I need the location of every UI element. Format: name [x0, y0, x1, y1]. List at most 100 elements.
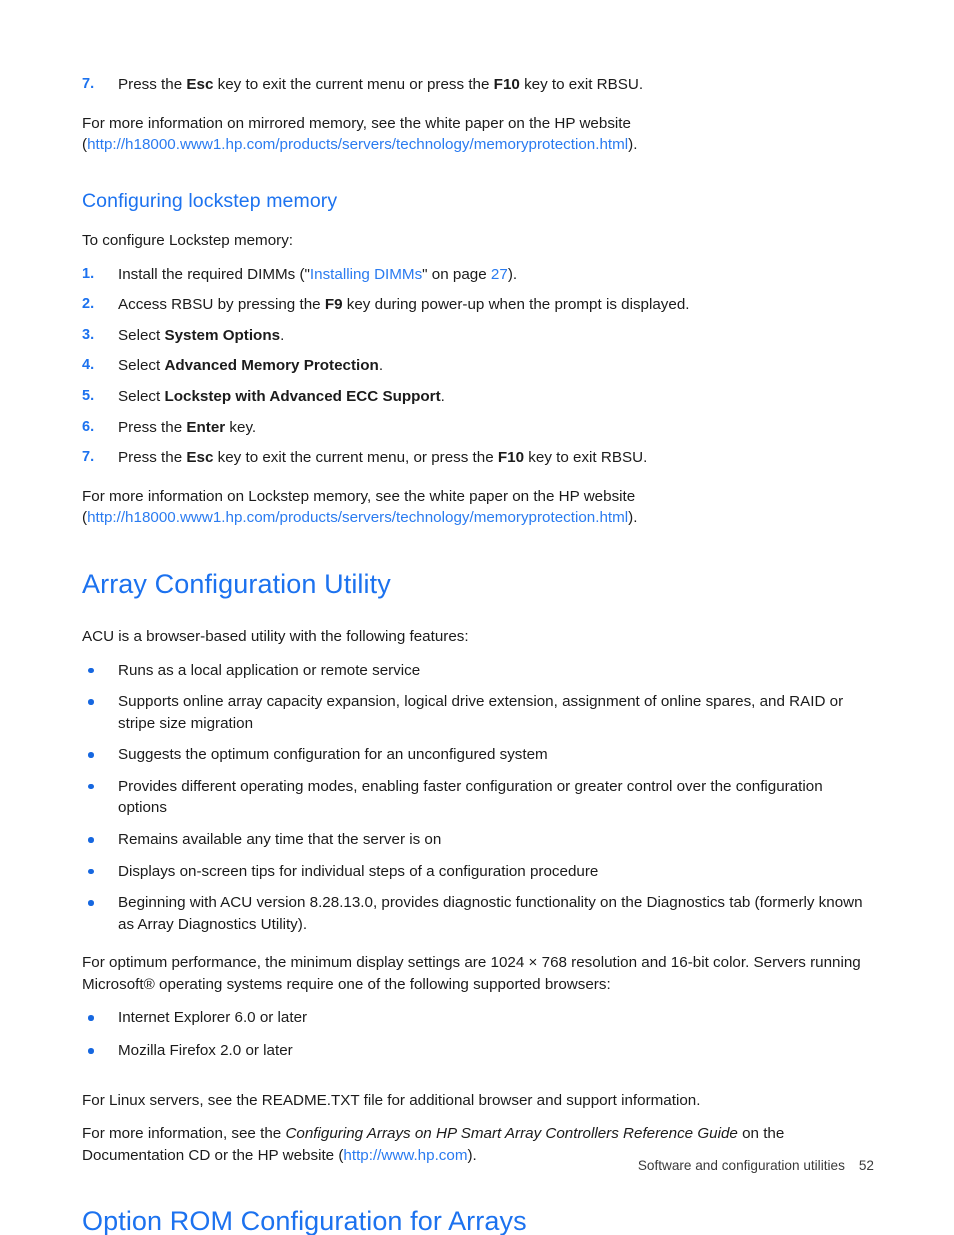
list-item: Internet Explorer 6.0 or later — [82, 1007, 874, 1029]
step-text-pre: Install the required DIMMs (" — [118, 265, 310, 283]
step-number: 6. — [82, 418, 95, 435]
key-f9: F9 — [324, 296, 343, 314]
acu-browser-list: Internet Explorer 6.0 or later Mozilla F… — [82, 1007, 874, 1061]
bullet-icon — [88, 900, 94, 906]
page-reference-link[interactable]: 27 — [491, 266, 508, 283]
feature-text: Runs as a local application or remote se… — [118, 661, 421, 679]
bullet-icon — [88, 837, 94, 843]
step-number: 7. — [82, 76, 95, 92]
step-number: 5. — [82, 388, 95, 405]
feature-text: Displays on-screen tips for individual s… — [118, 862, 599, 880]
browser-text: Internet Explorer 6.0 or later — [118, 1009, 308, 1027]
step-text-mid: key to exit the current menu, or press t… — [213, 449, 498, 467]
bullet-icon — [88, 667, 94, 674]
list-item: Provides different operating modes, enab… — [82, 776, 874, 819]
list-item: Runs as a local application or remote se… — [82, 660, 874, 682]
lockstep-note: For more information on Lockstep memory,… — [82, 486, 874, 529]
step-number: 2. — [82, 296, 95, 313]
menu-system-options: System Options — [164, 326, 281, 344]
step-text-a: Press the — [118, 76, 187, 93]
acu-feature-list: Runs as a local application or remote se… — [82, 660, 874, 936]
menu-lockstep-advanced-ecc: Lockstep with Advanced ECC Support — [164, 388, 441, 406]
installing-dimms-link[interactable]: Installing DIMMs — [310, 266, 422, 283]
page-footer: Software and configuration utilities 52 — [0, 1158, 874, 1173]
step-number: 3. — [82, 326, 95, 343]
feature-text: Remains available any time that the serv… — [118, 831, 442, 848]
bullet-icon — [88, 1015, 94, 1021]
mirrored-memory-steps: 7. Press the Esc key to exit the current … — [82, 74, 874, 96]
list-item: 6. Press the Enter key. — [82, 417, 874, 439]
step-text-pre: Select — [118, 357, 165, 375]
step-text-post: . — [378, 357, 384, 375]
heading-option-rom-configuration-for-arrays: Option ROM Configuration for Arrays — [82, 1206, 527, 1235]
step-text-post: ). — [507, 265, 518, 283]
step-text-pre: Press the — [118, 418, 187, 436]
note-line-1: For more information on mirrored memory,… — [82, 114, 631, 132]
list-item: 1. Install the required DIMMs ("Installin… — [82, 264, 874, 286]
footer-chapter: Software and configuration utilities — [637, 1158, 845, 1173]
step-text-pre: Select — [118, 326, 165, 344]
list-item: 2. Access RBSU by pressing the F9 key dur… — [82, 294, 874, 316]
lockstep-intro: To configure Lockstep memory: — [82, 232, 294, 250]
memoryprotection-link[interactable]: http://h18000.www1.hp.com/products/serve… — [87, 136, 628, 153]
list-item: Beginning with ACU version 8.28.13.0, pr… — [82, 892, 874, 935]
bullet-icon — [88, 699, 94, 705]
list-item: 4. Select Advanced Memory Protection. — [82, 355, 874, 377]
feature-text: Provides different operating modes, enab… — [118, 777, 823, 817]
step-text-b: key to exit the current menu or press th… — [213, 76, 494, 93]
acu-display-requirements: For optimum performance, the minimum dis… — [82, 954, 861, 993]
list-item: 5. Select Lockstep with Advanced ECC Supp… — [82, 386, 874, 408]
step-number: 7. — [82, 449, 95, 466]
lockstep-steps: 1. Install the required DIMMs ("Installin… — [82, 264, 874, 469]
list-item: 7. Press the Esc key to exit the current … — [82, 74, 874, 96]
mirrored-memory-note: For more information on mirrored memory,… — [82, 113, 874, 156]
browser-text: Mozilla Firefox 2.0 or later — [118, 1042, 293, 1060]
bullet-icon — [88, 1048, 94, 1054]
key-esc: Esc — [186, 449, 214, 467]
memoryprotection-link[interactable]: http://h18000.www1.hp.com/products/serve… — [87, 509, 628, 526]
list-item: Mozilla Firefox 2.0 or later — [82, 1040, 874, 1062]
note-line-1: For more information on Lockstep memory,… — [82, 487, 636, 505]
reference-guide-title: Configuring Arrays on HP Smart Array Con… — [285, 1125, 738, 1143]
bullet-icon — [88, 868, 94, 875]
step-text-post: key during power-up when the prompt is d… — [342, 296, 690, 314]
footer-page-number: 52 — [858, 1158, 874, 1173]
step-text-post: key. — [225, 418, 257, 436]
page-content: 7. Press the Esc key to exit the current … — [82, 74, 874, 1235]
key-enter: Enter — [186, 418, 226, 436]
list-item: Remains available any time that the serv… — [82, 829, 874, 851]
document-page: 7. Press the Esc key to exit the current … — [0, 0, 954, 1235]
key-f10: F10 — [493, 76, 520, 93]
feature-text: Suggests the optimum configuration for a… — [118, 746, 548, 764]
step-number: 4. — [82, 357, 95, 374]
step-text-post: . — [280, 326, 285, 344]
acu-intro: ACU is a browser-based utility with the … — [82, 627, 469, 645]
heading-configuring-lockstep-memory: Configuring lockstep memory — [82, 189, 338, 212]
key-f10: F10 — [497, 449, 525, 467]
acu-linux-note: For Linux servers, see the README.TXT fi… — [82, 1091, 701, 1109]
step-text-pre: Select — [118, 388, 165, 406]
feature-text: Supports online array capacity expansion… — [118, 693, 844, 732]
list-item: Suggests the optimum configuration for a… — [82, 744, 874, 766]
close-paren: ). — [628, 509, 638, 527]
list-item: 3. Select System Options. — [82, 325, 874, 347]
step-text-pre: Press the — [118, 449, 187, 467]
step-text-post: key to exit RBSU. — [524, 449, 648, 467]
list-item: Supports online array capacity expansion… — [82, 691, 874, 734]
feature-text: Beginning with ACU version 8.28.13.0, pr… — [118, 894, 863, 933]
step-text-pre: Access RBSU by pressing the — [118, 296, 325, 314]
reference-pre: For more information, see the — [82, 1125, 286, 1143]
bullet-icon — [88, 752, 94, 758]
